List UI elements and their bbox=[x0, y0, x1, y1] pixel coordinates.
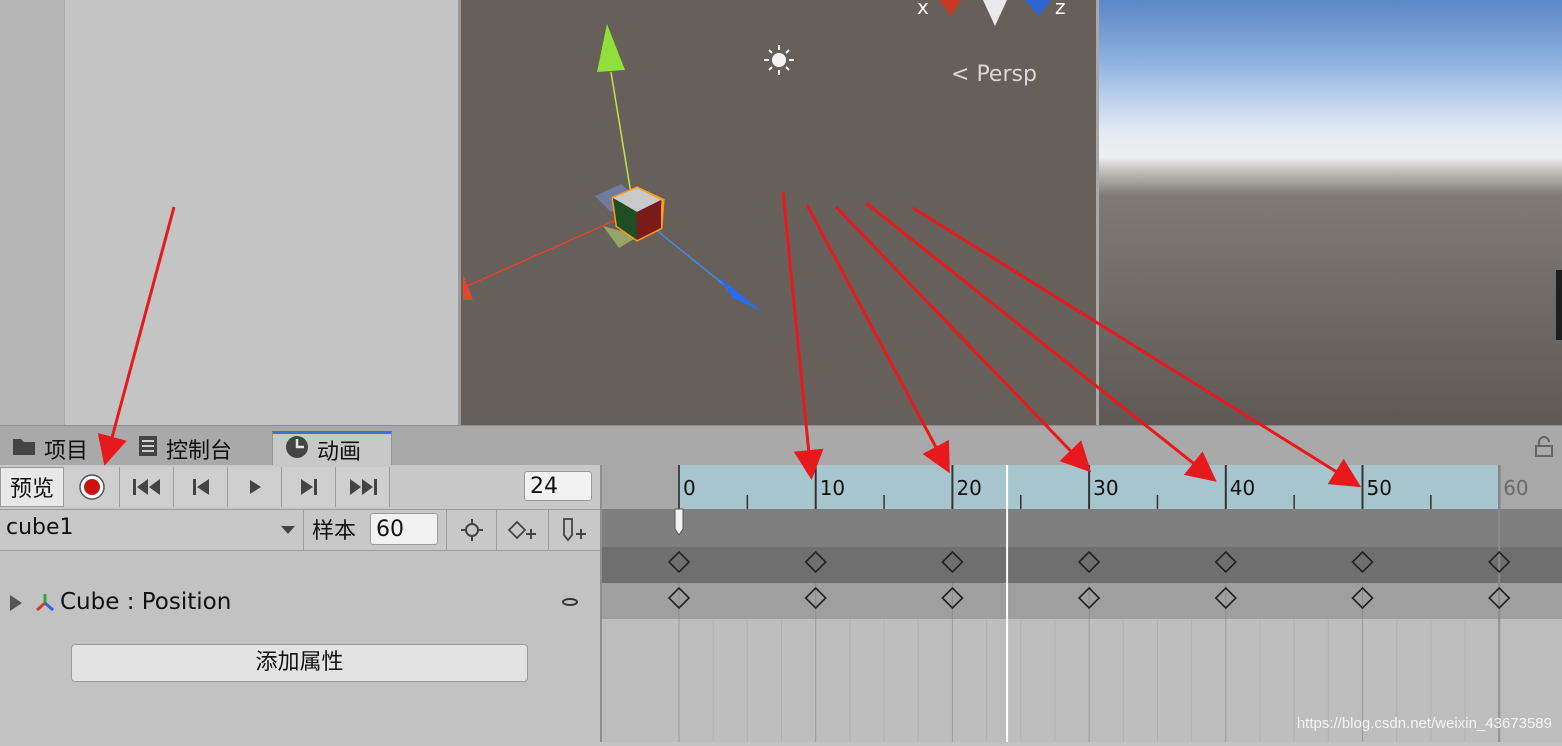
console-icon bbox=[138, 435, 158, 463]
watermark-text: https://blog.csdn.net/weixin_43673589 bbox=[1296, 715, 1552, 732]
keyframe-mode-button[interactable] bbox=[446, 510, 497, 550]
panel-side-strip bbox=[0, 0, 65, 425]
current-frame-field[interactable]: 24 bbox=[524, 471, 592, 501]
preview-button[interactable]: 预览 bbox=[0, 467, 64, 507]
add-event-icon bbox=[563, 518, 586, 542]
axis-x-label: x bbox=[917, 0, 929, 19]
ruler-label: 50 bbox=[1367, 476, 1392, 500]
last-keyframe-button[interactable] bbox=[336, 467, 390, 507]
tab-project[interactable]: 项目 bbox=[0, 431, 122, 466]
perspective-label[interactable]: < Persp bbox=[951, 62, 1037, 87]
add-property-button[interactable]: 添加属性 bbox=[71, 644, 528, 682]
ruler-label: 0 bbox=[683, 476, 696, 500]
dopesheet-timeline[interactable]: 0 10 20 30 40 50 60 https://blog.csdn.net/weix… bbox=[602, 465, 1562, 742]
expand-arrow-icon[interactable] bbox=[10, 595, 22, 611]
next-frame-icon bbox=[300, 479, 317, 495]
x-axis-line bbox=[466, 211, 635, 287]
record-icon bbox=[78, 474, 105, 500]
previous-frame-icon bbox=[192, 479, 209, 495]
gizmo-x-cone[interactable] bbox=[939, 0, 961, 16]
gizmo-y-cone[interactable] bbox=[983, 0, 1007, 26]
tab-animation-label: 动画 bbox=[317, 440, 362, 465]
tab-console[interactable]: 控制台 bbox=[126, 431, 272, 466]
property-label: Cube : Position bbox=[60, 589, 232, 615]
z-axis-cone[interactable] bbox=[717, 276, 763, 312]
crosshair-icon bbox=[461, 519, 483, 541]
animation-toolbar: 预览 24 bbox=[0, 465, 602, 510]
bottom-tab-bar: 项目 控制台 动画 bbox=[0, 425, 1562, 466]
ruler-label: 40 bbox=[1230, 476, 1255, 500]
first-keyframe-button[interactable] bbox=[120, 467, 174, 507]
clip-name: cube1 bbox=[6, 515, 74, 540]
transform-icon bbox=[34, 592, 56, 618]
game-view-edge bbox=[1556, 270, 1562, 340]
property-row[interactable]: Cube : Position bbox=[0, 585, 602, 621]
ruler-label: 30 bbox=[1093, 476, 1118, 500]
ruler-label: 10 bbox=[820, 476, 845, 500]
clip-select[interactable]: cube1 bbox=[0, 510, 304, 550]
folder-icon bbox=[12, 436, 36, 462]
orientation-gizmo[interactable]: x z bbox=[917, 0, 1066, 26]
ruler-label: 20 bbox=[956, 476, 981, 500]
gizmo-z-cone[interactable] bbox=[1025, 0, 1051, 16]
play-button[interactable] bbox=[228, 467, 282, 507]
skip-to-start-icon bbox=[132, 479, 160, 495]
scene-view[interactable]: x z < Persp bbox=[458, 0, 1096, 425]
record-button[interactable] bbox=[64, 467, 120, 507]
clip-row: cube1 样本 60 bbox=[0, 510, 602, 551]
samples-field[interactable]: 60 bbox=[370, 513, 438, 545]
game-view bbox=[1096, 0, 1562, 425]
next-keyframe-button[interactable] bbox=[282, 467, 336, 507]
chevron-down-icon bbox=[281, 526, 295, 534]
previous-keyframe-button[interactable] bbox=[174, 467, 228, 507]
add-keyframe-icon bbox=[507, 520, 536, 540]
ruler-label: 60 bbox=[1503, 476, 1528, 500]
x-axis-cone[interactable] bbox=[463, 274, 473, 300]
summary-track bbox=[602, 509, 1562, 547]
property-options-icon[interactable] bbox=[562, 598, 578, 606]
skip-to-end-icon bbox=[349, 479, 377, 495]
lock-icon[interactable] bbox=[1534, 436, 1554, 462]
light-icon[interactable] bbox=[764, 45, 794, 75]
play-icon bbox=[249, 480, 261, 494]
add-event-button[interactable] bbox=[548, 510, 599, 550]
add-keyframe-button[interactable] bbox=[496, 510, 547, 550]
event-marker bbox=[674, 508, 684, 536]
y-axis-cone[interactable] bbox=[597, 24, 625, 72]
tab-animation[interactable]: 动画 bbox=[272, 431, 392, 466]
axis-z-label: z bbox=[1055, 0, 1066, 19]
hierarchy-panel bbox=[0, 0, 458, 425]
samples-label: 样本 bbox=[312, 519, 357, 544]
tab-project-label: 项目 bbox=[44, 438, 89, 464]
timeline-canvas[interactable]: 0 10 20 30 40 50 60 bbox=[602, 465, 1562, 742]
tab-console-label: 控制台 bbox=[166, 438, 233, 464]
clock-icon bbox=[285, 435, 309, 465]
cube-object[interactable] bbox=[595, 184, 665, 248]
